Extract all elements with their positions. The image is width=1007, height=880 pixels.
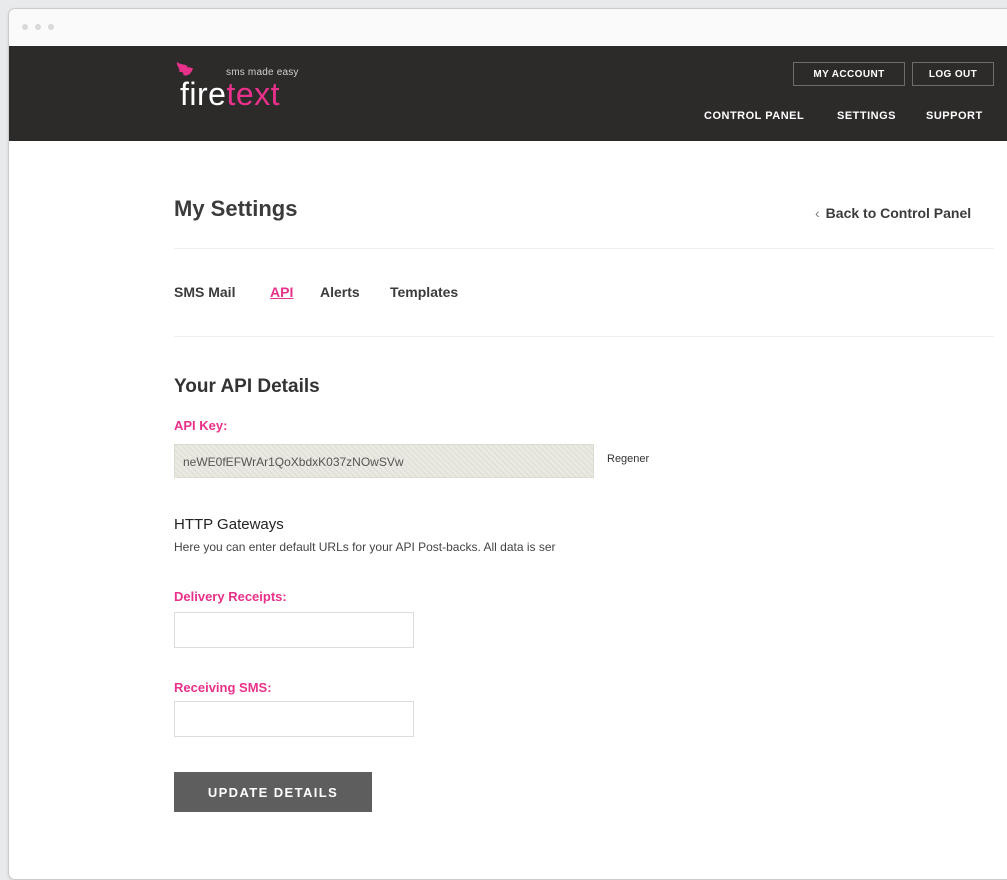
nav-control-panel[interactable]: CONTROL PANEL	[704, 110, 804, 122]
log-out-button[interactable]: LOG OUT	[912, 62, 994, 86]
nav-settings[interactable]: SETTINGS	[837, 110, 896, 122]
window-maximize-dot[interactable]	[48, 24, 54, 30]
delivery-receipts-label: Delivery Receipts:	[174, 589, 287, 604]
receiving-sms-input[interactable]	[174, 701, 414, 737]
update-details-button[interactable]: UPDATE DETAILS	[174, 772, 372, 812]
back-to-control-panel-link[interactable]: ‹ Back to Control Panel	[815, 205, 971, 221]
api-details-heading: Your API Details	[174, 376, 320, 397]
http-gateways-heading: HTTP Gateways	[174, 516, 284, 533]
my-account-button[interactable]: MY ACCOUNT	[793, 62, 905, 86]
delivery-receipts-input[interactable]	[174, 612, 414, 648]
logo-word-fire: fire	[180, 76, 227, 112]
window-close-dot[interactable]	[22, 24, 28, 30]
receiving-sms-label: Receiving SMS:	[174, 680, 272, 695]
divider	[174, 336, 994, 337]
browser-window: sms made easy firetext MY ACCOUNT LOG OU…	[8, 8, 1007, 880]
chevron-left-icon: ‹	[815, 205, 820, 221]
regenerate-link[interactable]: Regener	[607, 453, 649, 465]
firetext-logo[interactable]: sms made easy firetext	[174, 60, 344, 111]
logo-word-text: text	[226, 76, 281, 112]
back-link-label: Back to Control Panel	[825, 205, 972, 221]
tab-templates[interactable]: Templates	[390, 284, 458, 300]
api-key-label: API Key:	[174, 418, 228, 433]
site-header: sms made easy firetext MY ACCOUNT LOG OU…	[9, 46, 1007, 141]
logo-wordmark: firetext	[180, 77, 280, 111]
http-gateways-description: Here you can enter default URLs for your…	[174, 540, 556, 554]
window-chrome	[9, 9, 1007, 45]
tab-alerts[interactable]: Alerts	[320, 284, 360, 300]
divider	[174, 248, 994, 249]
nav-support[interactable]: SUPPORT	[926, 110, 983, 122]
api-key-field[interactable]: neWE0fEFWrAr1QoXbdxK037zNOwSVw	[174, 444, 594, 478]
tab-sms-mail[interactable]: SMS Mail	[174, 284, 235, 300]
page-title: My Settings	[174, 196, 298, 221]
tab-api[interactable]: API	[270, 284, 293, 300]
window-minimize-dot[interactable]	[35, 24, 41, 30]
